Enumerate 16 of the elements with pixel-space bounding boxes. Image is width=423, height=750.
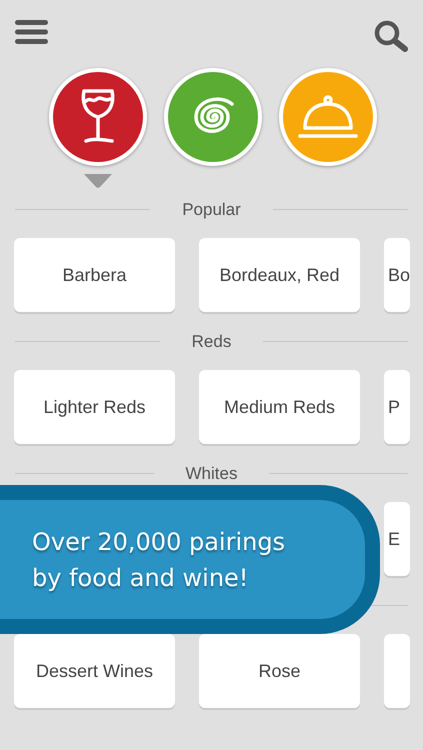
category-card[interactable]: E bbox=[384, 502, 410, 576]
cloche-icon bbox=[296, 94, 358, 140]
category-card[interactable]: Dessert Wines bbox=[14, 634, 175, 708]
category-card[interactable]: Rose bbox=[199, 634, 360, 708]
menu-icon[interactable] bbox=[15, 20, 48, 44]
category-card[interactable]: P bbox=[384, 370, 410, 444]
category-card[interactable]: Barbera bbox=[14, 238, 175, 312]
category-card[interactable]: Medium Reds bbox=[199, 370, 360, 444]
section-heading: Reds bbox=[192, 332, 232, 350]
section-heading: Popular bbox=[182, 200, 241, 218]
category-card[interactable]: Bo bbox=[384, 238, 410, 312]
category-card[interactable]: Bordeaux, Red bbox=[199, 238, 360, 312]
section-heading: Whites bbox=[186, 464, 238, 482]
search-icon[interactable] bbox=[374, 20, 408, 52]
category-card[interactable]: Lighter Reds bbox=[14, 370, 175, 444]
promo-text: Over 20,000 pairings by food and wine! bbox=[32, 526, 286, 594]
